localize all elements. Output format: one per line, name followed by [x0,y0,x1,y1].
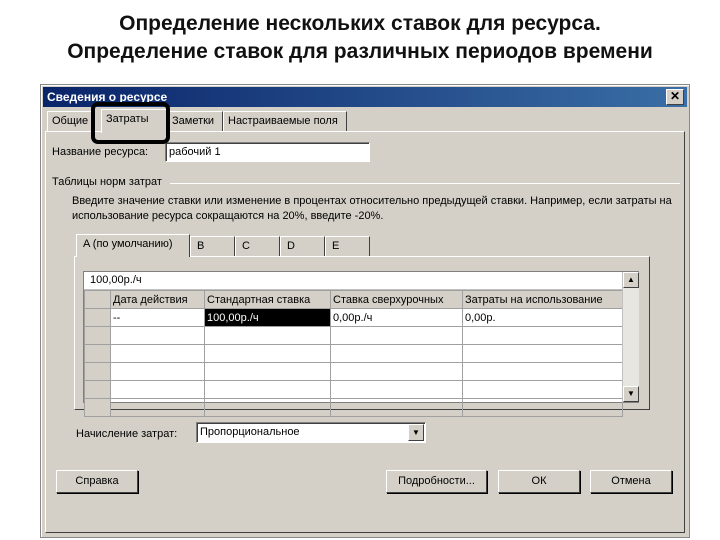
table-row [84,398,623,417]
rate-tab-a[interactable]: A (по умолчанию) [76,234,190,257]
table-row [84,362,623,381]
details-button[interactable]: Подробности... [386,470,487,493]
column-header[interactable]: Стандартная ставка [204,290,331,309]
empty-cell[interactable] [204,326,331,345]
rate-table-panel: 100,00р./ч Дата действия Стандартная ста… [74,256,650,417]
empty-cell[interactable] [110,380,205,399]
empty-cell[interactable] [110,398,205,417]
row-header[interactable] [84,308,111,327]
empty-cell[interactable] [110,362,205,381]
slide-title-line2: Определение ставок для различных периодо… [67,40,653,63]
cost-accrual-value: Пропорциональное [200,426,300,438]
help-button[interactable]: Справка [56,470,138,493]
cell-standard-rate[interactable]: 100,00р./ч [204,308,331,327]
chevron-down-icon[interactable]: ▼ [408,424,424,441]
empty-cell[interactable] [204,344,331,363]
tab-general[interactable]: Общие [47,111,95,131]
table-row: -- 100,00р./ч 0,00р./ч 0,00р. [84,308,623,327]
close-icon[interactable]: ✕ [666,89,684,105]
scroll-down-icon[interactable]: ▼ [623,386,639,402]
rate-tab-c[interactable]: C [235,236,280,256]
empty-cell[interactable] [330,380,463,399]
empty-cell[interactable] [330,398,463,417]
rate-tables-label: Таблицы норм затрат [52,176,162,188]
table-row [84,326,623,345]
rate-tab-e[interactable]: E [325,236,370,256]
column-header[interactable]: Дата действия [110,290,205,309]
empty-cell[interactable] [110,326,205,345]
cost-accrual-select[interactable]: Пропорциональное ▼ [196,422,426,443]
resource-name-input[interactable]: рабочий 1 [165,142,370,162]
vertical-scrollbar[interactable]: ▲ ▼ [622,272,639,402]
empty-cell[interactable] [462,362,623,381]
rate-tab-d[interactable]: D [280,236,325,256]
row-header[interactable] [84,362,111,381]
ok-button[interactable]: ОК [498,470,580,493]
empty-cell[interactable] [462,398,623,417]
empty-cell[interactable] [204,380,331,399]
rate-grid: 100,00р./ч Дата действия Стандартная ста… [83,271,639,417]
empty-cell[interactable] [204,398,331,417]
empty-cell[interactable] [330,326,463,345]
empty-cell[interactable] [204,362,331,381]
empty-cell[interactable] [330,362,463,381]
column-header[interactable]: Ставка сверхурочных [330,290,463,309]
cancel-button[interactable]: Отмена [590,470,672,493]
row-header[interactable] [84,398,111,417]
empty-cell[interactable] [462,344,623,363]
corner-cell [84,290,111,309]
tab-notes[interactable]: Заметки [167,111,223,131]
instructions-text: Введите значение ставки или изменение в … [72,195,672,222]
cell-effective-date[interactable]: -- [110,308,205,327]
tab-custom-fields[interactable]: Настраиваемые поля [223,111,347,131]
row-header[interactable] [84,380,111,399]
table-row [84,380,623,399]
column-header[interactable]: Затраты на использование [462,290,623,309]
row-header[interactable] [84,344,111,363]
scroll-up-icon[interactable]: ▲ [623,272,639,288]
empty-cell[interactable] [330,344,463,363]
rates-table: Дата действия Стандартная ставка Ставка … [84,290,623,417]
empty-cell[interactable] [110,344,205,363]
costs-tab-panel: Название ресурса: рабочий 1 Таблицы норм… [45,131,685,533]
rate-edit-box[interactable]: 100,00р./ч [84,272,622,290]
slide-title: Определение нескольких ставок для ресурс… [0,10,720,66]
resource-name-label: Название ресурса: [52,146,149,158]
empty-cell[interactable] [462,380,623,399]
resource-info-dialog: Сведения о ресурсе ✕ Общие Затраты Замет… [40,84,690,538]
table-header-row: Дата действия Стандартная ставка Ставка … [84,290,623,309]
cell-cost-per-use[interactable]: 0,00р. [462,308,623,327]
cell-overtime-rate[interactable]: 0,00р./ч [330,308,463,327]
tab-highlight-marker [91,102,170,144]
slide-title-line1: Определение нескольких ставок для ресурс… [119,12,601,35]
cost-accrual-label: Начисление затрат: [76,428,178,440]
row-header[interactable] [84,326,111,345]
rate-tab-b[interactable]: B [190,236,235,256]
group-divider [170,183,680,184]
table-row [84,344,623,363]
empty-cell[interactable] [462,326,623,345]
